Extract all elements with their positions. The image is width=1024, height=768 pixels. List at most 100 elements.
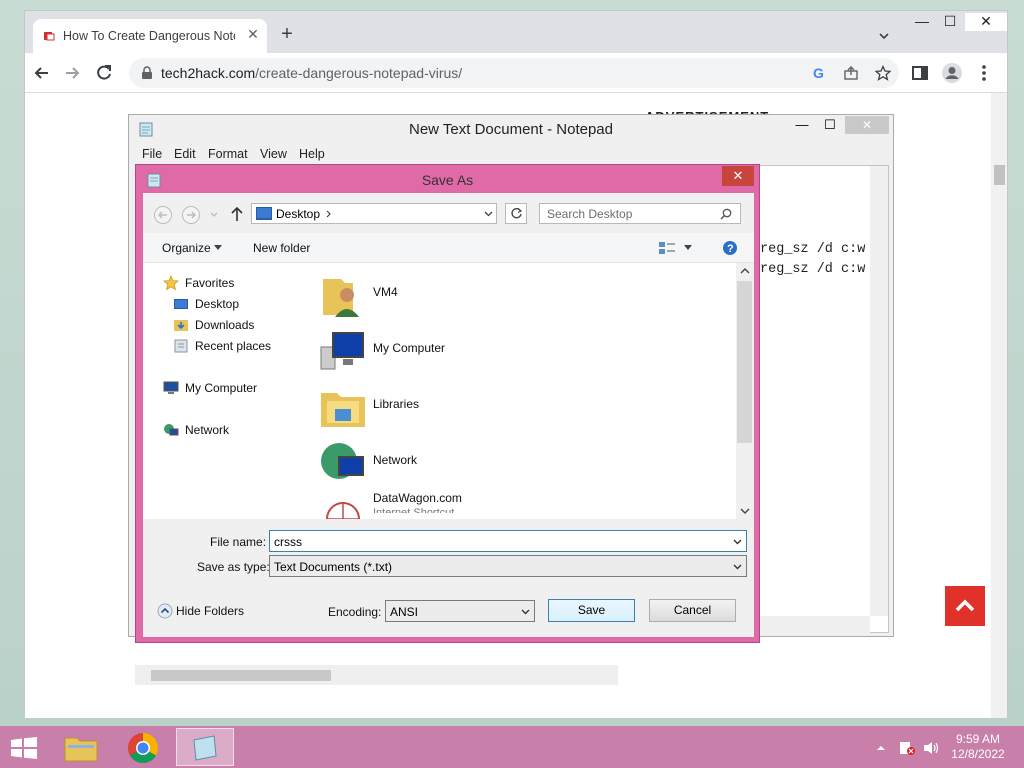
file-name: Libraries bbox=[373, 397, 420, 411]
file-name: Network bbox=[373, 453, 418, 467]
tab-search-chevron-icon[interactable] bbox=[877, 29, 891, 43]
back-arrow-icon[interactable] bbox=[31, 62, 53, 84]
dialog-close-button[interactable]: ✕ bbox=[722, 166, 754, 186]
save-type-dropdown-icon[interactable] bbox=[733, 562, 742, 571]
url-text[interactable]: tech2hack.com/create-dangerous-notepad-v… bbox=[161, 65, 462, 81]
share-icon[interactable] bbox=[843, 65, 859, 81]
new-folder-button[interactable]: New folder bbox=[253, 241, 310, 255]
organize-dropdown-icon[interactable] bbox=[214, 245, 222, 251]
notepad-taskbar-button[interactable] bbox=[176, 728, 234, 766]
up-arrow-icon[interactable] bbox=[229, 205, 245, 223]
notepad-titlebar[interactable]: New Text Document - Notepad — ☐ ✕ bbox=[129, 115, 893, 143]
scroll-up-icon[interactable] bbox=[740, 267, 750, 275]
forward-arrow-icon[interactable] bbox=[181, 205, 201, 225]
file-item-vm4[interactable]: VM4 bbox=[313, 267, 713, 319]
encoding-label: Encoding: bbox=[328, 605, 382, 619]
reload-icon[interactable] bbox=[93, 62, 115, 84]
svg-text:?: ? bbox=[727, 243, 734, 255]
file-item-network[interactable]: Network bbox=[313, 435, 713, 487]
collapse-up-icon bbox=[157, 603, 173, 619]
computer-icon bbox=[320, 332, 364, 370]
cancel-button[interactable]: Cancel bbox=[649, 599, 736, 622]
save-button[interactable]: Save bbox=[548, 599, 635, 622]
refresh-button[interactable] bbox=[505, 203, 527, 224]
lock-icon[interactable] bbox=[141, 66, 153, 80]
menu-file[interactable]: File bbox=[142, 147, 162, 161]
file-list-scrollbar[interactable] bbox=[736, 263, 754, 519]
help-icon[interactable]: ? bbox=[722, 240, 738, 256]
view-options-icon[interactable] bbox=[658, 241, 676, 255]
menu-help[interactable]: Help bbox=[299, 147, 325, 161]
forward-arrow-icon[interactable] bbox=[61, 62, 83, 84]
more-menu-icon[interactable] bbox=[973, 62, 995, 84]
file-name-input[interactable]: crsss bbox=[269, 530, 747, 552]
google-lens-icon[interactable]: G bbox=[811, 65, 827, 81]
scroll-down-icon[interactable] bbox=[740, 507, 750, 515]
tab-close-icon[interactable]: ✕ bbox=[245, 26, 261, 44]
encoding-select[interactable]: ANSI bbox=[385, 600, 535, 622]
organize-button[interactable]: Organize bbox=[162, 241, 211, 255]
file-item-libraries[interactable]: Libraries bbox=[313, 379, 713, 431]
hide-folders-button[interactable]: Hide Folders bbox=[157, 601, 277, 621]
location-text[interactable]: Desktop bbox=[276, 207, 320, 221]
file-name: My Computer bbox=[373, 341, 446, 355]
close-window-button[interactable]: ✕ bbox=[965, 13, 1007, 31]
recent-locations-chevron-icon[interactable] bbox=[209, 211, 219, 219]
page-scrollbar[interactable] bbox=[991, 93, 1007, 718]
browser-tab[interactable]: How To Create Dangerous Notepad Virus ✕ bbox=[33, 19, 267, 53]
file-name-dropdown-icon[interactable] bbox=[733, 537, 742, 546]
save-type-value: Text Documents (*.txt) bbox=[274, 560, 393, 574]
back-arrow-icon[interactable] bbox=[153, 205, 173, 225]
side-panel-icon[interactable] bbox=[909, 62, 931, 84]
file-item-my-computer[interactable]: My Computer bbox=[313, 323, 713, 375]
bookmark-star-icon[interactable] bbox=[875, 65, 891, 81]
network-icon bbox=[164, 424, 179, 436]
page-horizontal-scrollbar[interactable] bbox=[135, 665, 618, 685]
clock-time: 9:59 AM bbox=[955, 732, 1001, 746]
volume-icon[interactable] bbox=[922, 740, 940, 756]
horizontal-scrollbar-thumb[interactable] bbox=[151, 670, 331, 681]
computer-icon bbox=[163, 381, 179, 394]
action-center-flag-icon[interactable] bbox=[898, 740, 916, 756]
notepad-minimize-button[interactable]: — bbox=[789, 117, 815, 132]
notepad-close-button[interactable]: ✕ bbox=[845, 116, 889, 134]
profile-avatar-icon[interactable] bbox=[941, 62, 963, 84]
save-as-titlebar[interactable]: Save As bbox=[136, 165, 759, 193]
file-item-datawagon[interactable]: DataWagon.com Internet Shortcut bbox=[313, 491, 713, 519]
text-line: reg_sz /d c:w bbox=[760, 262, 866, 277]
star-icon bbox=[163, 275, 179, 291]
maximize-button[interactable]: ☐ bbox=[937, 13, 963, 31]
show-hidden-icons-icon[interactable] bbox=[876, 744, 886, 752]
notepad-maximize-button[interactable]: ☐ bbox=[817, 117, 843, 133]
file-list-scroll-thumb[interactable] bbox=[737, 281, 752, 443]
chrome-taskbar-button[interactable] bbox=[118, 728, 168, 766]
search-icon[interactable] bbox=[720, 208, 732, 220]
address-bar[interactable]: tech2hack.com/create-dangerous-notepad-v… bbox=[129, 58, 899, 88]
url-domain: tech2hack.com bbox=[161, 65, 256, 81]
new-tab-button[interactable]: + bbox=[277, 24, 297, 45]
breadcrumb-chevron-icon[interactable] bbox=[326, 210, 332, 218]
internet-shortcut-icon bbox=[326, 502, 360, 519]
search-input[interactable]: Search Desktop bbox=[539, 203, 741, 224]
start-button[interactable] bbox=[0, 728, 50, 766]
nav-label: Recent places bbox=[195, 339, 272, 353]
minimize-button[interactable]: — bbox=[909, 13, 935, 31]
nav-label: Desktop bbox=[195, 297, 240, 311]
save-as-title: Save As bbox=[421, 172, 474, 188]
location-bar[interactable]: Desktop bbox=[251, 203, 497, 224]
menu-format[interactable]: Format bbox=[208, 147, 248, 161]
nav-label: Downloads bbox=[195, 318, 255, 332]
menu-edit[interactable]: Edit bbox=[174, 147, 196, 161]
page-scrollbar-thumb[interactable] bbox=[994, 165, 1005, 185]
url-path: /create-dangerous-notepad-virus/ bbox=[255, 65, 463, 81]
file-explorer-taskbar-button[interactable] bbox=[56, 728, 106, 766]
menu-view[interactable]: View bbox=[260, 147, 287, 161]
save-type-select[interactable]: Text Documents (*.txt) bbox=[269, 555, 747, 577]
scroll-to-top-button[interactable] bbox=[945, 586, 985, 626]
system-clock[interactable]: 9:59 AM 12/8/2022 bbox=[940, 732, 1016, 762]
encoding-dropdown-icon[interactable] bbox=[521, 607, 530, 616]
view-dropdown-icon[interactable] bbox=[684, 245, 692, 251]
notepad-vertical-scrollbar[interactable] bbox=[870, 166, 888, 616]
clock-date: 12/8/2022 bbox=[951, 747, 1005, 761]
location-dropdown-icon[interactable] bbox=[484, 210, 493, 218]
